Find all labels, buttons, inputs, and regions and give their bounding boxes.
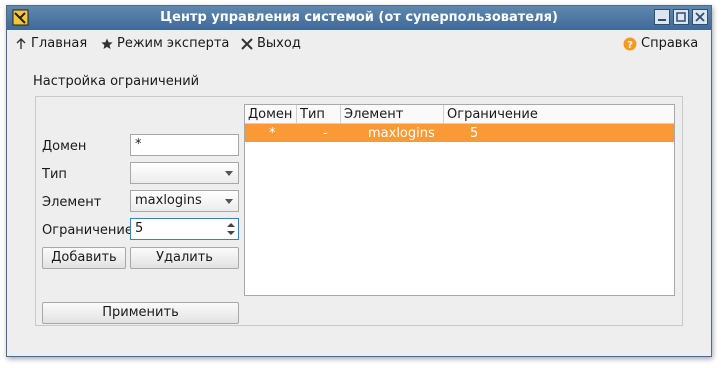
close-button[interactable] [692, 9, 708, 25]
help-button[interactable]: ? Справка [623, 36, 698, 51]
column-divider [296, 105, 297, 123]
exit-x-icon [241, 37, 253, 50]
minimize-button[interactable] [654, 9, 670, 25]
type-select[interactable] [130, 162, 239, 184]
element-select[interactable]: maxlogins [130, 190, 239, 212]
type-label: Тип [42, 167, 67, 182]
limit-spinbox[interactable]: 5 [130, 218, 239, 240]
maximize-icon [676, 12, 686, 22]
home-button[interactable]: Главная [15, 36, 87, 51]
apply-button[interactable]: Применить [42, 302, 239, 324]
limit-label: Ограничение [42, 223, 133, 238]
exit-label: Выход [257, 36, 301, 51]
limits-group: Домен * Тип Элемент maxlogins Ограничени… [35, 96, 683, 326]
maximize-button[interactable] [673, 9, 689, 25]
cell-element: maxlogins [368, 126, 435, 141]
toolbar: Главная Режим эксперта Выход ? Справка [7, 30, 711, 54]
element-select-value: maxlogins [135, 193, 202, 208]
exit-button[interactable]: Выход [241, 36, 301, 51]
home-label: Главная [31, 36, 88, 51]
limits-table[interactable]: Домен Тип Элемент Ограничение * - maxlog… [244, 104, 675, 296]
chevron-down-icon [225, 199, 233, 204]
expert-mode-button[interactable]: Режим эксперта [101, 36, 229, 51]
expert-mode-label: Режим эксперта [117, 36, 230, 51]
cell-limit: 5 [470, 126, 479, 141]
cell-domain: * [269, 126, 276, 141]
table-row[interactable]: * - maxlogins 5 [245, 124, 674, 142]
cell-type: - [323, 126, 328, 141]
column-header-element[interactable]: Элемент [344, 107, 403, 122]
spin-arrows-icon[interactable] [226, 221, 236, 237]
window-title: Центр управления системой (от суперпольз… [160, 10, 558, 25]
domain-input[interactable]: * [130, 134, 239, 156]
add-button[interactable]: Добавить [42, 247, 126, 269]
svg-text:?: ? [627, 40, 633, 51]
column-divider [340, 105, 341, 123]
minimize-icon [658, 19, 666, 21]
column-header-domain[interactable]: Домен [248, 107, 292, 122]
title-bar[interactable]: Центр управления системой (от суперпольз… [7, 6, 711, 30]
chevron-down-icon [225, 171, 233, 176]
domain-label: Домен [42, 139, 87, 154]
column-divider [443, 105, 444, 123]
star-icon [101, 38, 113, 49]
delete-button[interactable]: Удалить [130, 247, 239, 269]
app-window: Центр управления системой (от суперпольз… [6, 5, 712, 357]
table-header: Домен Тип Элемент Ограничение [245, 105, 674, 124]
element-label: Элемент [42, 195, 102, 210]
up-arrow-icon [16, 37, 26, 49]
help-icon: ? [623, 37, 637, 51]
limit-value: 5 [135, 221, 144, 236]
help-label: Справка [641, 36, 699, 51]
section-title: Настройка ограничений [33, 74, 200, 89]
close-icon [695, 12, 705, 22]
column-header-type[interactable]: Тип [300, 107, 325, 122]
column-header-limit[interactable]: Ограничение [447, 107, 538, 122]
